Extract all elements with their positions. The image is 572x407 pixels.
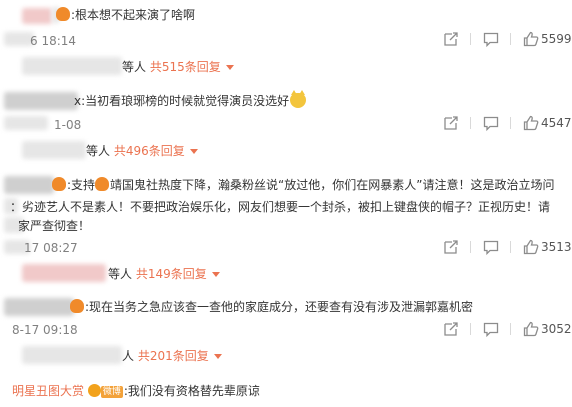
chevron-down-icon[interactable] — [225, 65, 234, 70]
divider — [470, 117, 471, 129]
replies-toggle[interactable]: 等人 共496条回复 — [86, 142, 198, 160]
chevron-down-icon[interactable] — [189, 149, 198, 154]
replies-toggle[interactable]: 等人 共149条回复 — [108, 265, 220, 283]
comment-text: :根本想不起来演了啥啊 — [56, 6, 195, 24]
emoji-icon — [52, 177, 66, 191]
comment-time: 8-17 09:18 — [12, 323, 78, 337]
like-count: 3052 — [541, 322, 572, 336]
chevron-down-icon[interactable] — [211, 272, 220, 277]
verified-badge-icon — [87, 384, 101, 397]
thumbs-up-icon[interactable] — [522, 114, 540, 132]
comment-icon[interactable] — [482, 114, 500, 132]
thumbs-up-icon[interactable] — [522, 30, 540, 48]
comment-text-line: ：劣迹艺人不是素人！不要把政治娱乐化，网友们想要一个封杀，被扣上键盘侠的帽子？正… — [10, 200, 551, 214]
chevron-down-icon[interactable] — [213, 354, 222, 359]
divider — [510, 33, 511, 45]
like-count: 4547 — [541, 116, 572, 130]
replies-users: 等人 — [86, 144, 111, 158]
comment-actions: 3052 — [442, 320, 572, 338]
comment-time: 17 08:27 — [24, 241, 78, 255]
fire-emoji-icon — [95, 177, 110, 191]
thumbs-up-icon[interactable] — [522, 320, 540, 338]
comment-time: 6 18:14 — [30, 34, 77, 48]
replies-count[interactable]: 共149条回复 — [136, 267, 207, 281]
comment-time: 1-08 — [54, 118, 82, 132]
replies-users: 等人 — [122, 60, 147, 74]
share-icon[interactable] — [442, 30, 460, 48]
replies-toggle[interactable]: 人 共201条回复 — [122, 347, 222, 365]
thumbs-up-icon[interactable] — [522, 238, 540, 256]
divider — [470, 33, 471, 45]
replies-toggle[interactable]: 等人 共515条回复 — [122, 58, 234, 76]
replies-count[interactable]: 共496条回复 — [114, 144, 185, 158]
divider — [510, 117, 511, 129]
divider — [470, 241, 471, 253]
share-icon[interactable] — [442, 320, 460, 338]
comment-text: x:当初看琅琊榜的时候就觉得演员没选好 — [74, 90, 307, 110]
replies-count[interactable]: 共201条回复 — [138, 349, 209, 363]
cat-emoji-icon — [290, 90, 307, 108]
divider — [510, 241, 511, 253]
like-count: 5599 — [541, 32, 572, 46]
replies-users: 等人 — [108, 267, 133, 281]
comment-text-line: 家严查彻查！ — [18, 219, 91, 233]
comment-actions: 5599 — [442, 30, 572, 48]
replies-count[interactable]: 共515条回复 — [150, 60, 221, 74]
divider — [470, 323, 471, 335]
comment-text: 明星丑图大赏 微博:我们没有资格替先辈原谅 — [12, 384, 260, 398]
comment-icon[interactable] — [482, 320, 500, 338]
comment-text: :现在当务之急应该查一查他的家庭成分，还要查有没有涉及泄漏郭嘉机密 — [70, 298, 473, 316]
comment-actions: 3513 — [442, 238, 572, 256]
comment-text: :支持 靖国鬼社热度下降，瀚桑粉丝说“放过他，你们在网暴素人”请注意！这是政治立场… — [52, 176, 554, 194]
weibo-tag: 微博 — [100, 386, 123, 398]
emoji-icon — [70, 299, 84, 313]
share-icon[interactable] — [442, 114, 460, 132]
replies-users: 人 — [122, 349, 135, 363]
emoji-icon — [56, 7, 70, 21]
comment-icon[interactable] — [482, 30, 500, 48]
share-icon[interactable] — [442, 238, 460, 256]
comment-icon[interactable] — [482, 238, 500, 256]
comment-actions: 4547 — [442, 114, 572, 132]
like-count: 3513 — [541, 240, 572, 254]
divider — [510, 323, 511, 335]
author-link[interactable]: 明星丑图大赏 — [12, 384, 84, 398]
